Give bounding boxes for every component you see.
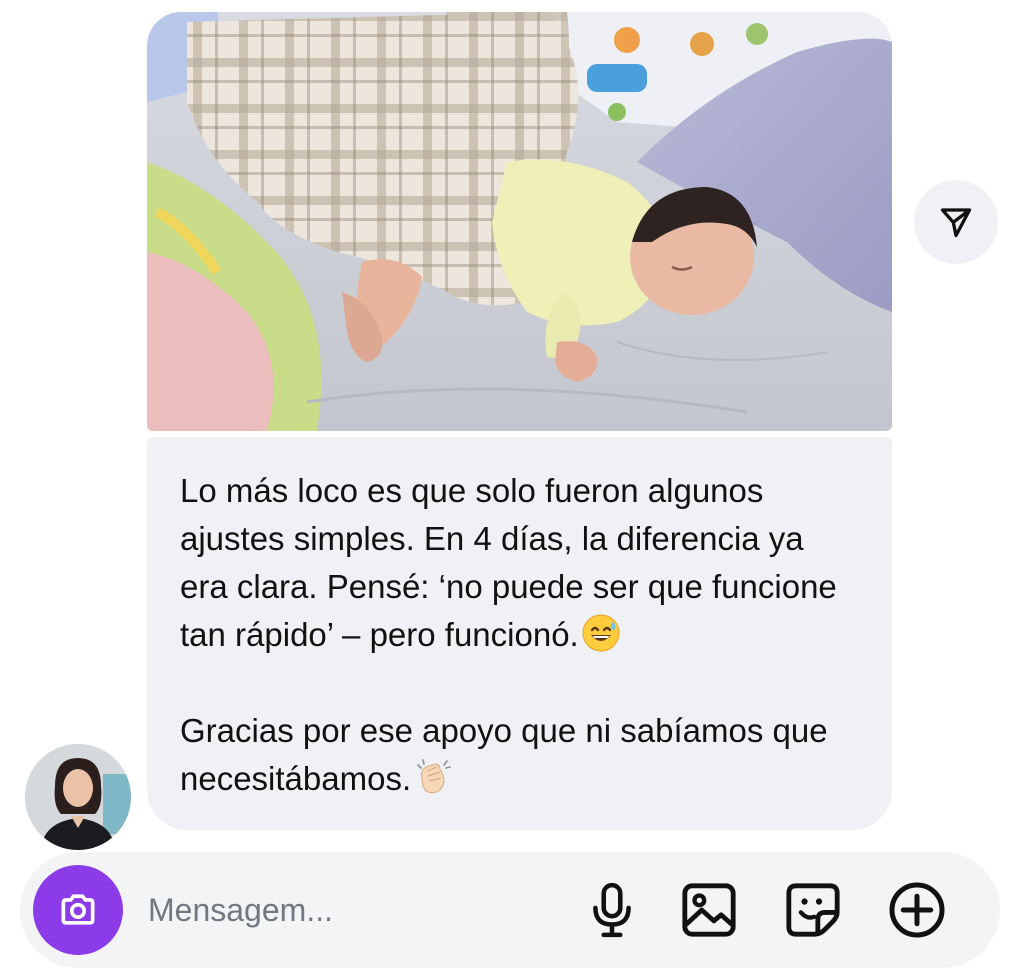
avatar-image [25,744,131,850]
gallery-button[interactable] [679,880,739,940]
gallery-icon [682,883,736,937]
sleeping-baby-image [147,12,892,431]
message-composer [20,852,1000,968]
sticker-icon [786,883,840,937]
plus-circle-icon [889,882,945,938]
microphone-icon [593,882,631,938]
sticker-button[interactable] [783,880,843,940]
message-text: Lo más loco es que solo fueron algunos a… [180,472,837,653]
clapping-hands-emoji [417,759,451,794]
message-input[interactable] [148,886,568,934]
message-text: Gracias por ese apoyo que ni sabíamos qu… [180,712,828,797]
message-paragraph: Gracias por ese apoyo que ni sabíamos qu… [180,707,856,803]
microphone-button[interactable] [582,880,642,940]
camera-icon [61,894,95,925]
share-button[interactable] [914,180,998,264]
sweat-smile-emoji [582,614,620,652]
send-icon [940,208,972,238]
shared-photo[interactable] [147,12,892,431]
more-button[interactable] [887,880,947,940]
message-bubble[interactable]: Lo más loco es que solo fueron algunos a… [147,437,892,830]
message-paragraph: Lo más loco es que solo fueron algunos a… [180,467,856,659]
camera-button[interactable] [33,865,123,955]
avatar[interactable] [25,744,131,850]
